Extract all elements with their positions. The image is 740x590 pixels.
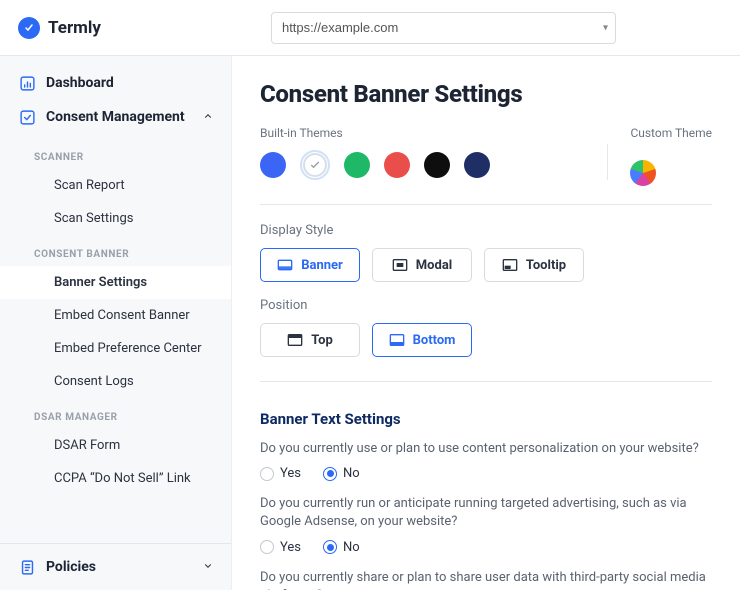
sidebar-section-heading: DSAR MANAGER — [0, 398, 231, 429]
sidebar-sub-item[interactable]: Consent Logs — [0, 365, 231, 398]
main-content: Consent Banner Settings Built-in Themes … — [232, 56, 740, 590]
seg-label: Bottom — [413, 333, 456, 348]
position-bottom[interactable]: Bottom — [372, 323, 472, 357]
brand-name: Termly — [48, 18, 101, 38]
policies-icon — [18, 558, 36, 576]
modal-icon — [392, 257, 408, 273]
sidebar-item-consent[interactable]: Consent Management — [0, 100, 231, 134]
display-style-tooltip[interactable]: Tooltip — [484, 248, 584, 282]
pos-top-icon — [287, 332, 303, 348]
sidebar-section-heading: SCANNER — [0, 138, 231, 169]
sidebar-sub-item[interactable]: CCPA “Do Not Sell” Link — [0, 462, 231, 495]
sidebar-sub-item[interactable]: Banner Settings — [0, 266, 231, 299]
radio-dot-icon — [260, 467, 274, 481]
app-header: Termly ▾ — [0, 0, 740, 56]
nav-label: Policies — [46, 559, 96, 575]
vertical-divider — [607, 144, 608, 180]
position-label: Position — [260, 298, 712, 313]
nav-label: Dashboard — [46, 75, 114, 91]
domain-select[interactable]: ▾ — [271, 12, 616, 44]
question: Do you currently run or anticipate runni… — [260, 495, 712, 554]
banner-text-heading: Banner Text Settings — [260, 410, 712, 428]
display-style-modal[interactable]: Modal — [372, 248, 472, 282]
brand-logo[interactable]: Termly — [18, 17, 101, 39]
radio-yes[interactable]: Yes — [260, 540, 301, 555]
radio-label: No — [343, 540, 360, 555]
seg-label: Banner — [301, 258, 343, 273]
chevron-down-icon — [203, 561, 213, 574]
question-text: Do you currently share or plan to share … — [260, 569, 712, 590]
builtin-themes-label: Built-in Themes — [260, 126, 585, 140]
sidebar-sub-item[interactable]: DSAR Form — [0, 429, 231, 462]
theme-swatch-blue[interactable] — [260, 152, 286, 178]
tooltip-icon — [502, 257, 518, 273]
divider — [260, 204, 712, 205]
position-top[interactable]: Top — [260, 323, 360, 357]
domain-input[interactable] — [271, 12, 616, 44]
brand-mark-icon — [18, 17, 40, 39]
display-style-label: Display Style — [260, 223, 712, 238]
theme-swatch-white[interactable] — [300, 150, 330, 180]
sidebar-section-heading: CONSENT BANNER — [0, 235, 231, 266]
theme-swatch-red[interactable] — [384, 152, 410, 178]
divider — [260, 381, 712, 382]
custom-theme-picker[interactable] — [630, 160, 656, 186]
consent-icon — [18, 108, 36, 126]
theme-swatch-green[interactable] — [344, 152, 370, 178]
pos-bottom-icon — [389, 332, 405, 348]
radio-dot-icon — [323, 540, 337, 554]
radio-label: No — [343, 466, 360, 481]
seg-label: Tooltip — [526, 258, 566, 273]
radio-no[interactable]: No — [323, 540, 360, 555]
theme-swatch-navy[interactable] — [464, 152, 490, 178]
question: Do you currently share or plan to share … — [260, 569, 712, 590]
radio-dot-icon — [323, 467, 337, 481]
radio-label: Yes — [280, 466, 301, 481]
seg-label: Top — [311, 333, 333, 348]
custom-theme-label: Custom Theme — [630, 126, 712, 140]
question: Do you currently use or plan to use cont… — [260, 440, 712, 481]
sidebar-sub-item[interactable]: Embed Preference Center — [0, 332, 231, 365]
dashboard-icon — [18, 74, 36, 92]
seg-label: Modal — [416, 258, 452, 273]
nav-label: Consent Management — [46, 109, 185, 125]
theme-swatch-black[interactable] — [424, 152, 450, 178]
sidebar-sub-item[interactable]: Scan Report — [0, 169, 231, 202]
radio-no[interactable]: No — [323, 466, 360, 481]
sidebar: Dashboard Consent Management SCANNERScan… — [0, 56, 232, 590]
display-style-banner[interactable]: Banner — [260, 248, 360, 282]
chevron-up-icon — [203, 111, 213, 124]
radio-dot-icon — [260, 540, 274, 554]
question-text: Do you currently run or anticipate runni… — [260, 495, 712, 531]
banner-icon — [277, 257, 293, 273]
sidebar-item-dashboard[interactable]: Dashboard — [0, 66, 231, 100]
sidebar-item-policies[interactable]: Policies — [0, 550, 231, 584]
page-title: Consent Banner Settings — [260, 80, 712, 108]
question-text: Do you currently use or plan to use cont… — [260, 440, 712, 458]
radio-yes[interactable]: Yes — [260, 466, 301, 481]
sidebar-sub-item[interactable]: Embed Consent Banner — [0, 299, 231, 332]
sidebar-sub-item[interactable]: Scan Settings — [0, 202, 231, 235]
radio-label: Yes — [280, 540, 301, 555]
